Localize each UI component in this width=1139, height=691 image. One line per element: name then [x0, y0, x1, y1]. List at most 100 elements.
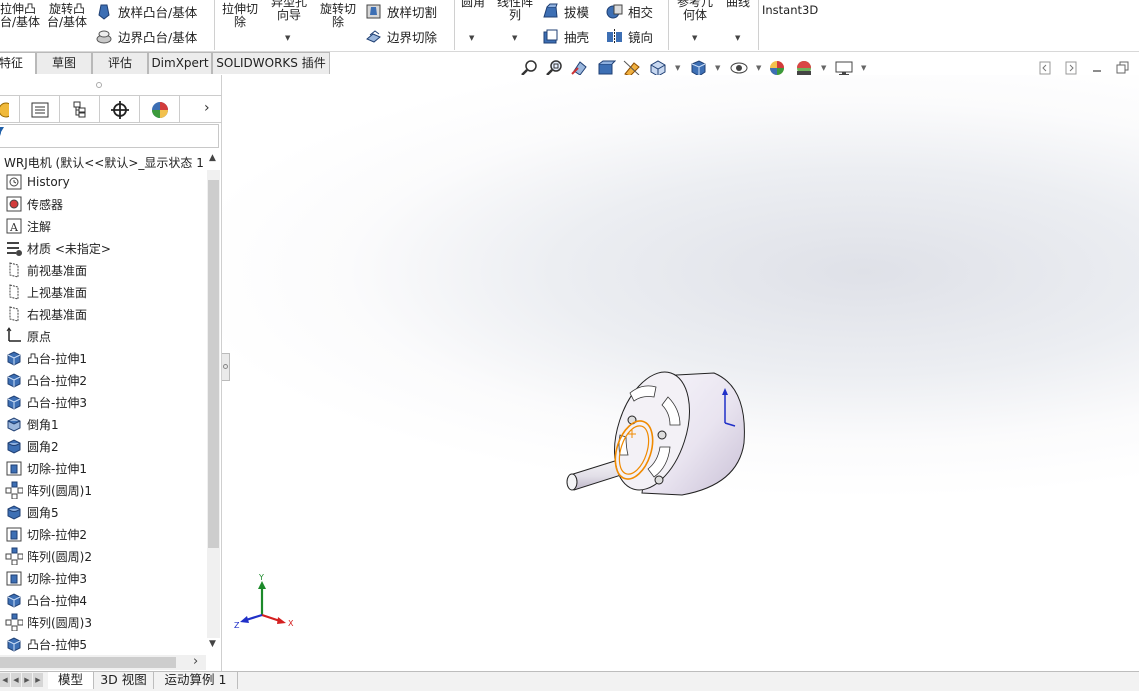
tree-item-label: 材质 <未指定>	[27, 241, 111, 256]
panel-collapse-handle[interactable]	[222, 353, 230, 381]
tab-model[interactable]: 模型	[48, 672, 94, 689]
panel-tabs-more-icon[interactable]: ›	[204, 100, 210, 116]
tree-item[interactable]: 圆角2	[0, 435, 59, 457]
feature-manager-panel: › WRJ电机 (默认<<默认>_显示状态 1 ▲ History 传感器 A 注解材…	[0, 75, 222, 672]
scroll-down-icon[interactable]: ▼	[209, 639, 216, 649]
tree-item[interactable]: 倒角1	[0, 413, 59, 435]
circular-pattern-icon	[5, 481, 23, 499]
view-orientation-dropdown-icon[interactable]: ▼	[675, 64, 680, 72]
shell-button[interactable]: 抽壳	[542, 27, 589, 46]
tree-item[interactable]: 切除-拉伸3	[0, 567, 87, 589]
reference-geometry-button[interactable]: 参考几 何体	[672, 0, 718, 22]
revolve-boss-button[interactable]: 旋转凸 台/基体	[44, 3, 90, 29]
extrude-cut-label-line2: 除	[233, 15, 246, 29]
motor-3d-model[interactable]	[552, 365, 772, 505]
hole-wizard-dropdown-icon[interactable]: ▼	[285, 34, 290, 42]
tree-item-label: 圆角2	[27, 439, 59, 454]
triad-z-arrow	[240, 616, 249, 623]
tab-dimxpert-label: DimXpert	[151, 56, 209, 70]
origin-icon	[6, 327, 21, 342]
tab-display-manager[interactable]	[140, 96, 180, 123]
boundary-boss-button[interactable]: 边界凸台/基体	[96, 27, 197, 46]
instant3d-button[interactable]: Instant3D	[762, 4, 818, 17]
tree-item[interactable]: 传感器	[0, 193, 63, 215]
tab-evaluate[interactable]: 评估	[92, 52, 148, 74]
tree-horizontal-scrollbar[interactable]: ›	[0, 654, 206, 670]
tree-item-label: 阵列(圆周)1	[27, 483, 92, 498]
extrude-boss-button[interactable]: 拉伸凸 台/基体	[0, 3, 40, 29]
next-tab-icon[interactable]: ▶	[22, 673, 32, 687]
tree-item[interactable]: 阵列(圆周)3	[0, 611, 92, 633]
fillet-dropdown-icon[interactable]: ▼	[469, 34, 474, 42]
tree-item[interactable]: 切除-拉伸2	[0, 523, 87, 545]
tree-item[interactable]: 凸台-拉伸2	[0, 369, 87, 391]
panel-splitter-handle-icon[interactable]	[96, 82, 102, 88]
curves-button[interactable]: 曲线	[722, 0, 754, 9]
scroll-up-icon[interactable]: ▲	[209, 153, 216, 163]
minimize-icon[interactable]	[1091, 62, 1103, 74]
tree-item[interactable]: A 注解	[0, 215, 51, 237]
tree-hscroll-thumb[interactable]	[0, 657, 176, 668]
scroll-right-icon[interactable]: ›	[193, 654, 198, 669]
tab-nav-arrows: ◀ ◀ ▶ ▶	[0, 673, 44, 688]
reference-geometry-dropdown-icon[interactable]: ▼	[692, 34, 697, 42]
tab-solidworks-addins[interactable]: SOLIDWORKS 插件	[212, 52, 330, 74]
tree-item[interactable]: 圆角5	[0, 501, 59, 523]
tab-dimxpert[interactable]: DimXpert	[148, 52, 212, 74]
tree-item[interactable]: 切除-拉伸1	[0, 457, 87, 479]
tree-item[interactable]: 凸台-拉伸5	[0, 633, 87, 655]
tree-item[interactable]: 阵列(圆周)1	[0, 479, 92, 501]
apply-scene-dropdown-icon[interactable]: ▼	[821, 64, 826, 72]
linear-pattern-button[interactable]: 线性阵 列	[494, 0, 536, 22]
extrude-cut-button[interactable]: 拉伸切 除	[218, 3, 262, 29]
tree-scrollbar-thumb[interactable]	[208, 180, 219, 548]
intersect-button[interactable]: 相交	[606, 2, 653, 21]
fillet-button[interactable]: 圆角	[458, 0, 488, 9]
tree-item[interactable]: History	[0, 171, 70, 193]
tree-item[interactable]: 阵列(圆周)2	[0, 545, 92, 567]
loft-cut-button[interactable]: 放样切割	[365, 2, 437, 21]
tab-property-manager[interactable]	[20, 96, 60, 123]
plane-icon	[9, 284, 19, 300]
draft-button[interactable]: 拔模	[542, 2, 589, 21]
curves-dropdown-icon[interactable]: ▼	[735, 34, 740, 42]
command-manager-ribbon: 拉伸凸 台/基体 旋转凸 台/基体 放样凸台/基体 边界凸台/基体 拉伸切 除 …	[0, 0, 1139, 52]
tree-vertical-scrollbar[interactable]	[207, 170, 220, 638]
tree-item[interactable]: 右视基准面	[0, 303, 87, 325]
first-tab-icon[interactable]: ◀	[0, 673, 10, 687]
restore-icon[interactable]	[1116, 61, 1129, 74]
tree-item[interactable]: 凸台-拉伸4	[0, 589, 87, 611]
revolve-cut-button[interactable]: 旋转切 除	[316, 3, 360, 29]
tab-configuration-manager[interactable]	[60, 96, 100, 123]
tab-feature-manager[interactable]	[0, 96, 20, 123]
tab-sketch[interactable]: 草图	[36, 52, 92, 74]
tree-item[interactable]: 材质 <未指定>	[0, 237, 111, 259]
feature-tree-filter[interactable]	[0, 124, 219, 148]
last-tab-icon[interactable]: ▶	[33, 673, 43, 687]
view-triad[interactable]: Y X Z	[232, 573, 296, 633]
intersect-label: 相交	[628, 5, 654, 20]
tile-left-icon[interactable]	[1039, 61, 1051, 75]
hole-wizard-button[interactable]: 异型孔 向导	[266, 0, 312, 22]
tree-item[interactable]: 上视基准面	[0, 281, 87, 303]
tree-item[interactable]: 凸台-拉伸3	[0, 391, 87, 413]
display-style-dropdown-icon[interactable]: ▼	[715, 64, 720, 72]
graphics-area[interactable]: Y X Z	[222, 75, 1139, 672]
hide-show-dropdown-icon[interactable]: ▼	[756, 64, 761, 72]
tile-right-icon[interactable]	[1065, 61, 1077, 75]
tab-3d-views-label: 3D 视图	[100, 672, 147, 687]
view-settings-dropdown-icon[interactable]: ▼	[861, 64, 866, 72]
tab-features[interactable]: 特征	[0, 52, 36, 74]
tab-motion-study-1[interactable]: 运动算例 1	[154, 672, 238, 689]
tree-item[interactable]: 前视基准面	[0, 259, 87, 281]
mirror-button[interactable]: 镜向	[606, 27, 653, 46]
tree-root-part[interactable]: WRJ电机 (默认<<默认>_显示状态 1	[4, 152, 218, 172]
tree-item[interactable]: 凸台-拉伸1	[0, 347, 87, 369]
tab-dimxpert-manager[interactable]	[100, 96, 140, 123]
loft-boss-button[interactable]: 放样凸台/基体	[96, 2, 197, 21]
prev-tab-icon[interactable]: ◀	[11, 673, 21, 687]
tree-item[interactable]: 原点	[0, 325, 51, 347]
tab-3d-views[interactable]: 3D 视图	[94, 672, 154, 689]
boundary-cut-button[interactable]: 边界切除	[365, 27, 437, 46]
linear-pattern-dropdown-icon[interactable]: ▼	[512, 34, 517, 42]
